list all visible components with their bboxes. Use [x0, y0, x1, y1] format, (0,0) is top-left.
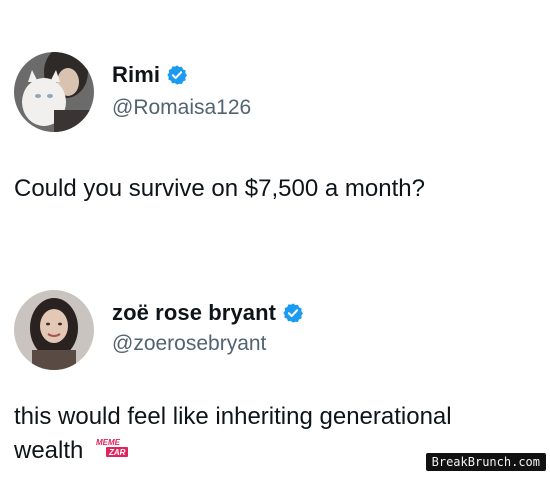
- tweet-text-line-2-word: wealth: [14, 437, 84, 464]
- tweet-zoe: zoë rose bryant @zoerosebryant this woul…: [0, 270, 550, 477]
- display-name[interactable]: zoë rose bryant: [112, 300, 276, 326]
- avatar-zoe[interactable]: [14, 290, 94, 370]
- handle[interactable]: @zoerosebryant: [112, 332, 266, 356]
- avatar-rimi-image: [14, 52, 94, 132]
- handle[interactable]: @Romaisa126: [112, 96, 251, 120]
- verified-badge-icon: [167, 65, 188, 85]
- name-row-rimi: Rimi: [112, 62, 188, 88]
- tweet-text: Could you survive on $7,500 a month?: [14, 175, 425, 202]
- avatar-zoe-image: [14, 290, 94, 370]
- meme-logo-bottom: ZAR: [108, 448, 126, 457]
- meme-logo-top: MEME: [96, 438, 121, 447]
- avatar-rimi[interactable]: [14, 52, 94, 132]
- tweet-rimi: Rimi @Romaisa126 Could you survive on $7…: [0, 0, 550, 230]
- watermark: BreakBrunch.com: [425, 453, 546, 471]
- name-row-zoe: zoë rose bryant: [112, 300, 304, 326]
- tweet-text-line-1: this would feel like inheriting generati…: [14, 403, 452, 430]
- display-name[interactable]: Rimi: [112, 62, 160, 88]
- memezar-logo-icon: MEME ZAR: [94, 436, 134, 470]
- verified-badge-icon: [283, 303, 304, 323]
